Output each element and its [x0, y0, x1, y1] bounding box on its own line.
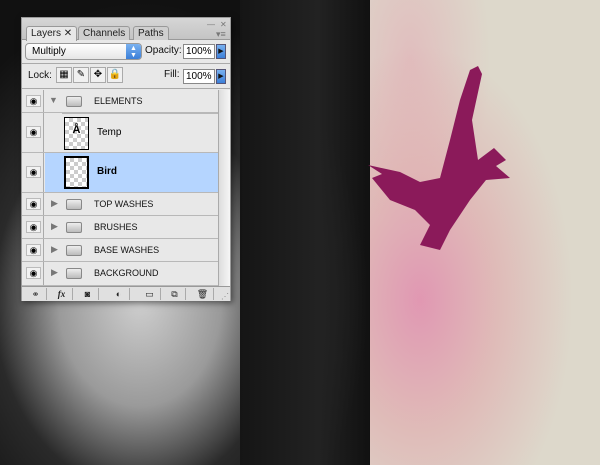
- eye-icon[interactable]: ◉: [26, 267, 41, 279]
- folder-icon: [66, 245, 82, 256]
- lock-label: Lock:: [28, 70, 52, 81]
- disclosure-triangle-collapsed-icon[interactable]: ▶: [51, 267, 58, 278]
- tab-label: Paths: [138, 28, 164, 39]
- adjustment-layer-icon[interactable]: ◐: [108, 288, 130, 300]
- tab-label: Layers: [31, 28, 62, 39]
- layers-panel: Layers ✕ Channels Paths — ✕ ▾≡ Multiply ▲…: [21, 17, 231, 301]
- link-layers-icon[interactable]: ⚭: [25, 288, 47, 300]
- layer-group-elements[interactable]: ◉ ▼ ELEMENTS: [22, 90, 218, 113]
- opacity-slider-button[interactable]: ▶: [216, 44, 226, 59]
- eye-icon[interactable]: ◉: [26, 126, 41, 138]
- eye-icon[interactable]: ◉: [26, 166, 41, 178]
- fill-slider-button[interactable]: ▶: [216, 69, 226, 84]
- disclosure-triangle-collapsed-icon[interactable]: ▶: [51, 221, 58, 232]
- layer-thumbnail: Å: [64, 117, 89, 150]
- tab-channels[interactable]: Channels: [78, 26, 131, 40]
- panel-tabs: Layers ✕ Channels Paths — ✕ ▾≡: [22, 18, 230, 41]
- divider: [22, 88, 230, 89]
- layer-group-top-washes[interactable]: ◉ ▶ TOP WASHES: [22, 193, 218, 216]
- folder-icon: [66, 268, 82, 279]
- disclosure-triangle-collapsed-icon[interactable]: ▶: [51, 244, 58, 255]
- folder-icon: [66, 96, 82, 107]
- disclosure-triangle-expanded-icon[interactable]: ▼: [49, 95, 58, 105]
- close-panel-icon[interactable]: ✕: [220, 20, 227, 29]
- folder-icon: [66, 199, 82, 210]
- layer-name: Temp: [97, 127, 122, 138]
- folder-icon: [66, 222, 82, 233]
- divider: [22, 63, 230, 64]
- layer-group-brushes[interactable]: ◉ ▶ BRUSHES: [22, 216, 218, 239]
- layer-bird[interactable]: ◉ Bird: [22, 153, 218, 193]
- opacity-label: Opacity:: [145, 45, 182, 56]
- close-icon[interactable]: ✕: [64, 28, 72, 39]
- layers-scrollbar[interactable]: [218, 90, 230, 286]
- layer-name: BACKGROUND: [94, 268, 159, 278]
- layer-name: ELEMENTS: [94, 96, 143, 106]
- fill-input[interactable]: 100%: [183, 69, 215, 84]
- tab-paths[interactable]: Paths: [133, 26, 169, 40]
- eye-icon[interactable]: ◉: [26, 95, 41, 107]
- lock-image-brush-icon[interactable]: ✎: [73, 67, 89, 83]
- layer-style-fx-icon[interactable]: fx: [51, 288, 73, 300]
- tab-layers[interactable]: Layers ✕: [26, 26, 78, 41]
- add-mask-icon[interactable]: ◙: [77, 288, 99, 300]
- eye-icon[interactable]: ◉: [26, 221, 41, 233]
- layers-list: ◉ ▼ ELEMENTS ◉ Å Temp ◉ Bird ◉ ▶ TOP WASHES…: [22, 90, 218, 286]
- new-layer-icon[interactable]: ⧉: [164, 288, 186, 300]
- blend-mode-select[interactable]: Multiply ▲ ▼: [25, 43, 142, 60]
- eye-icon[interactable]: ◉: [26, 244, 41, 256]
- tab-label: Channels: [83, 28, 126, 39]
- panel-menu-icon[interactable]: ▾≡: [216, 29, 226, 40]
- opacity-input[interactable]: 100%: [183, 44, 215, 59]
- eye-icon[interactable]: ◉: [26, 198, 41, 210]
- resize-grip-icon[interactable]: ⋰: [221, 292, 229, 301]
- updown-arrows-icon: ▲ ▼: [126, 44, 141, 59]
- delete-layer-trash-icon[interactable]: 🗑: [192, 288, 214, 300]
- layer-name: BRUSHES: [94, 222, 138, 232]
- layer-name: Bird: [97, 166, 117, 177]
- layer-thumbnail: [64, 156, 89, 189]
- new-group-folder-icon[interactable]: ▭: [139, 288, 161, 300]
- layer-name: BASE WASHES: [94, 245, 160, 255]
- bird-silhouette: [368, 66, 510, 250]
- panel-bottom-toolbar: ⚭ fx ◙ ◐ ▭ ⧉ 🗑 ⋰: [22, 286, 230, 301]
- minimize-icon[interactable]: —: [207, 20, 215, 29]
- blend-mode-value: Multiply: [32, 46, 66, 57]
- disclosure-triangle-collapsed-icon[interactable]: ▶: [51, 198, 58, 209]
- lock-transparency-icon[interactable]: ▦: [56, 67, 72, 83]
- lock-all-padlock-icon[interactable]: 🔒: [107, 67, 123, 83]
- hair: [240, 0, 370, 465]
- layer-temp[interactable]: ◉ Å Temp: [22, 113, 218, 153]
- layer-group-background[interactable]: ◉ ▶ BACKGROUND: [22, 262, 218, 286]
- fill-label: Fill:: [164, 69, 180, 80]
- layer-name: TOP WASHES: [94, 199, 154, 209]
- layer-group-base-washes[interactable]: ◉ ▶ BASE WASHES: [22, 239, 218, 262]
- lock-position-move-icon[interactable]: ✥: [90, 67, 106, 83]
